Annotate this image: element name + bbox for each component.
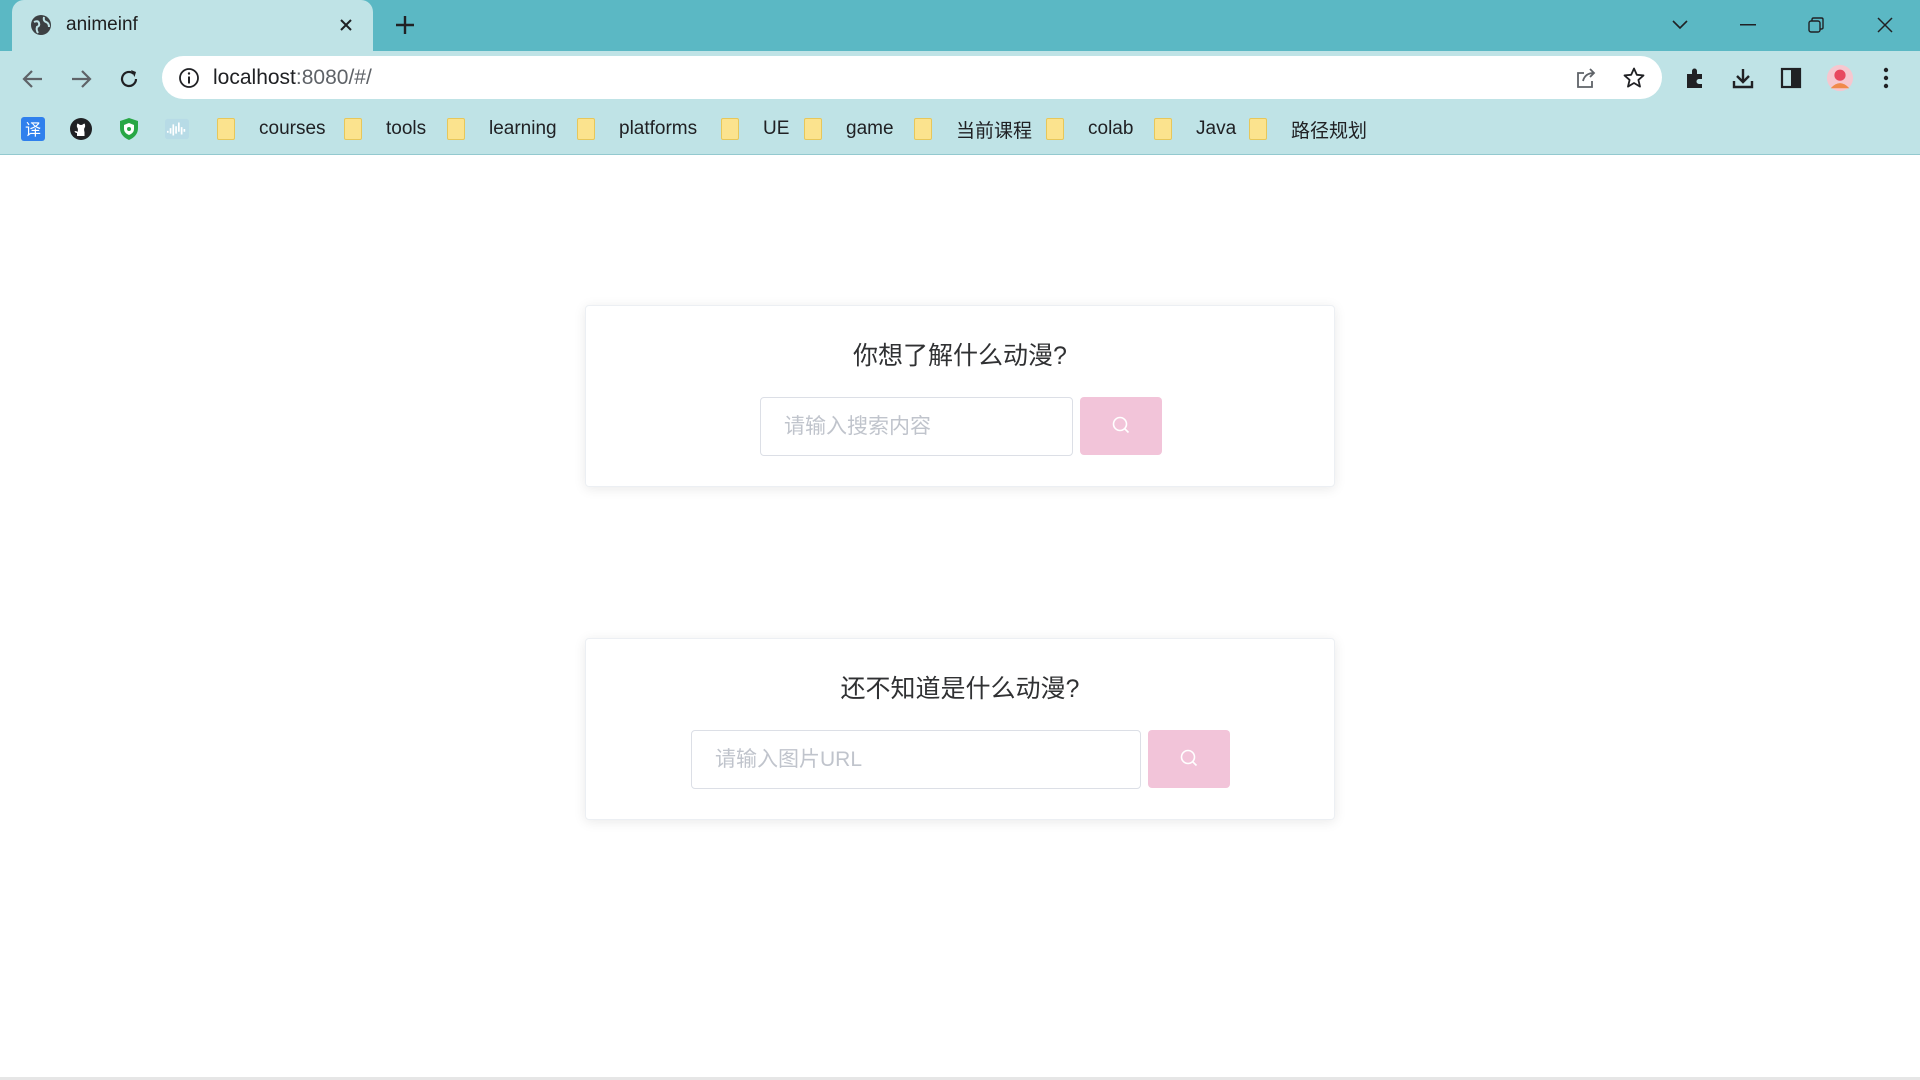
bookmark-label: game bbox=[846, 118, 894, 139]
bookmark-folder-learning[interactable]: learning bbox=[447, 115, 557, 143]
bookmark-folder-platforms[interactable]: platforms bbox=[577, 115, 697, 143]
globe-icon bbox=[30, 14, 52, 36]
close-window-icon[interactable] bbox=[1870, 10, 1900, 40]
minimize-icon[interactable] bbox=[1733, 10, 1763, 40]
bookmark-folder-ue[interactable]: UE bbox=[721, 115, 789, 143]
svg-text:译: 译 bbox=[25, 120, 41, 139]
bookmark-folder-game[interactable]: game bbox=[804, 115, 894, 143]
url-host: localhost bbox=[213, 66, 296, 89]
download-icon[interactable] bbox=[1729, 64, 1757, 92]
bookmark-label: Java bbox=[1196, 118, 1237, 139]
search-icon bbox=[1179, 748, 1199, 771]
bookmark-star-icon[interactable] bbox=[1621, 65, 1647, 91]
bookmark-folder-path-planning[interactable]: 路径规划 bbox=[1249, 115, 1367, 143]
bookmark-label: tools bbox=[386, 118, 427, 139]
image-url-input[interactable] bbox=[691, 730, 1141, 789]
forward-arrow-icon[interactable] bbox=[65, 63, 97, 95]
bookmark-folder-tools[interactable]: tools bbox=[344, 115, 426, 143]
audio-wave-icon[interactable] bbox=[165, 117, 189, 141]
folder-icon bbox=[217, 118, 235, 140]
bookmark-label: colab bbox=[1088, 118, 1134, 139]
side-panel-icon[interactable] bbox=[1777, 64, 1805, 92]
folder-icon bbox=[577, 118, 595, 140]
url-text[interactable]: localhost:8080/#/ bbox=[213, 66, 372, 90]
folder-icon bbox=[1154, 118, 1172, 140]
search-button[interactable] bbox=[1080, 397, 1162, 455]
browser-toolbar: localhost:8080/#/ 译 courses tools learni… bbox=[0, 51, 1920, 155]
browser-tab[interactable]: animeinf bbox=[12, 0, 373, 51]
image-card-title: 还不知道是什么动漫? bbox=[840, 675, 1080, 703]
restore-icon[interactable] bbox=[1801, 10, 1831, 40]
bookmark-label: 路径规划 bbox=[1291, 120, 1368, 142]
share-icon[interactable] bbox=[1573, 65, 1599, 91]
image-search-button[interactable] bbox=[1148, 730, 1230, 788]
bookmark-folder-current-courses[interactable]: 当前课程 bbox=[914, 115, 1032, 143]
tab-title: animeinf bbox=[66, 14, 138, 35]
search-card-title: 你想了解什么动漫? bbox=[853, 342, 1067, 370]
tab-strip: animeinf bbox=[0, 0, 1920, 51]
folder-icon bbox=[804, 118, 822, 140]
folder-icon bbox=[914, 118, 932, 140]
bookmark-label: courses bbox=[259, 118, 326, 139]
bookmarks-bar: 译 courses tools learning platforms UE ga… bbox=[0, 107, 1920, 149]
tab-search-chevron-icon[interactable] bbox=[1665, 10, 1695, 40]
folder-icon bbox=[447, 118, 465, 140]
profile-avatar[interactable] bbox=[1826, 64, 1854, 92]
url-path: :8080/#/ bbox=[295, 66, 372, 89]
site-info-icon[interactable] bbox=[178, 67, 200, 89]
bookmark-folder-java[interactable]: Java bbox=[1154, 115, 1236, 143]
bookmark-label: UE bbox=[763, 118, 790, 139]
search-input[interactable] bbox=[760, 397, 1073, 456]
bookmark-label: 当前课程 bbox=[956, 120, 1033, 142]
folder-icon bbox=[1046, 118, 1064, 140]
back-arrow-icon[interactable] bbox=[17, 63, 49, 95]
anime-search-card: 你想了解什么动漫? bbox=[585, 305, 1335, 487]
reload-icon[interactable] bbox=[113, 63, 145, 95]
folder-icon bbox=[1249, 118, 1267, 140]
bookmark-label: platforms bbox=[619, 118, 698, 139]
search-icon bbox=[1111, 415, 1131, 438]
close-tab-icon[interactable] bbox=[336, 15, 356, 35]
translate-icon[interactable]: 译 bbox=[21, 117, 45, 141]
bookmark-folder-colab[interactable]: colab bbox=[1046, 115, 1133, 143]
folder-icon bbox=[721, 118, 739, 140]
folder-icon bbox=[344, 118, 362, 140]
bookmark-label: learning bbox=[489, 118, 557, 139]
bookmark-folder-courses[interactable]: courses bbox=[217, 115, 326, 143]
new-tab-plus-icon[interactable] bbox=[393, 13, 417, 37]
image-search-card: 还不知道是什么动漫? bbox=[585, 638, 1335, 820]
github-icon[interactable] bbox=[69, 117, 93, 141]
shield-icon[interactable] bbox=[117, 117, 141, 141]
address-bar[interactable]: localhost:8080/#/ bbox=[162, 56, 1662, 99]
extensions-puzzle-icon[interactable] bbox=[1681, 64, 1709, 92]
menu-kebab-icon[interactable] bbox=[1872, 64, 1900, 92]
